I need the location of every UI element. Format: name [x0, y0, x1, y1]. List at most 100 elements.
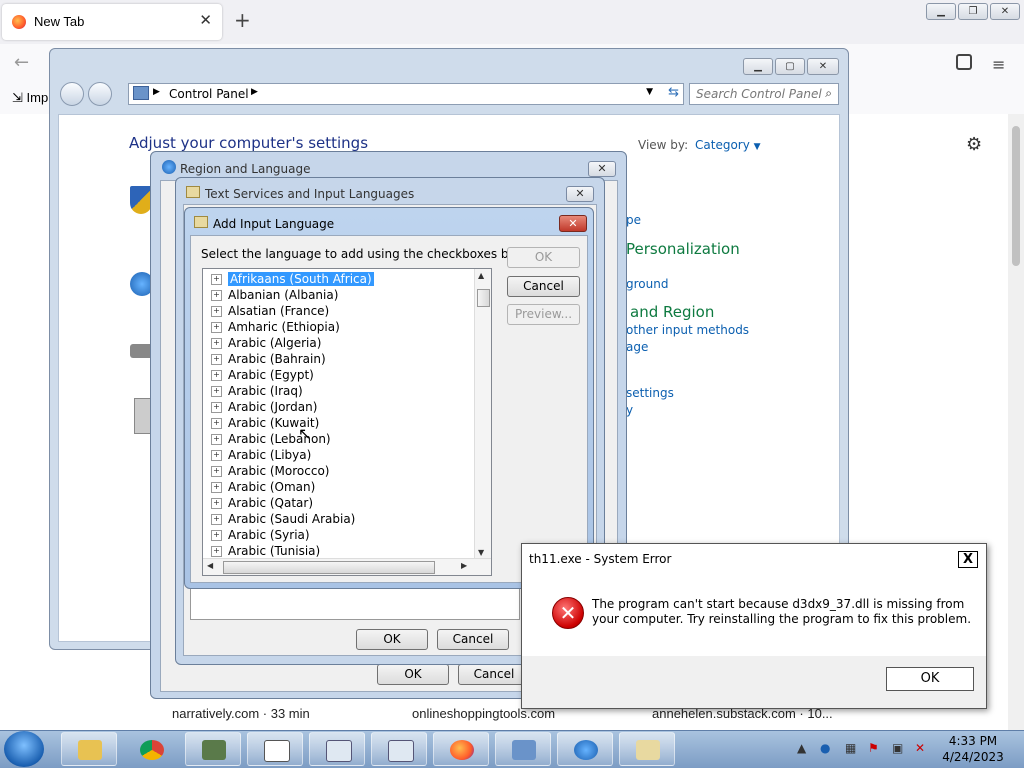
language-item[interactable]: + Arabic (Oman): [211, 479, 315, 495]
close-icon[interactable]: ✕: [588, 161, 616, 177]
expand-icon[interactable]: +: [211, 338, 222, 349]
browser-tab[interactable]: New Tab ✕: [2, 4, 222, 40]
expand-icon[interactable]: +: [211, 514, 222, 525]
taskbar-explorer[interactable]: [61, 732, 117, 766]
cp-back-button[interactable]: [60, 82, 84, 106]
language-item[interactable]: + Arabic (Libya): [211, 447, 311, 463]
close-icon[interactable]: ✕: [566, 186, 594, 202]
scroll-up-icon[interactable]: ▲: [478, 271, 484, 280]
expand-icon[interactable]: +: [211, 466, 222, 477]
tree-vertical-scrollbar[interactable]: ▲ ▼: [474, 269, 491, 559]
scrollbar-thumb[interactable]: [1012, 126, 1020, 266]
expand-icon[interactable]: +: [211, 354, 222, 365]
show-hidden-icons[interactable]: ▲: [797, 741, 806, 755]
expand-icon[interactable]: +: [211, 530, 222, 541]
language-item[interactable]: + Albanian (Albania): [211, 287, 338, 303]
scrollbar-thumb[interactable]: [477, 289, 490, 307]
breadcrumb[interactable]: Control Panel: [169, 87, 249, 101]
language-item[interactable]: + Arabic (Tunisia): [211, 543, 320, 559]
expand-icon[interactable]: +: [211, 498, 222, 509]
expand-icon[interactable]: +: [211, 450, 222, 461]
taskbar-notepad[interactable]: [247, 732, 303, 766]
cp-maximize-button[interactable]: ▢: [775, 58, 805, 75]
cp-forward-button[interactable]: [88, 82, 112, 106]
cp-link[interactable]: y: [626, 403, 633, 417]
expand-icon[interactable]: +: [211, 418, 222, 429]
search-icon[interactable]: ⌕: [825, 86, 832, 101]
language-item[interactable]: + Arabic (Egypt): [211, 367, 314, 383]
cp-search-input[interactable]: Search Control Panel ⌕: [689, 83, 839, 105]
expand-icon[interactable]: +: [211, 546, 222, 557]
error-ok-button[interactable]: OK: [886, 667, 974, 691]
preview-button[interactable]: Preview...: [507, 304, 580, 325]
text-services-ok-button[interactable]: OK: [356, 629, 428, 650]
expand-icon[interactable]: +: [211, 482, 222, 493]
new-tab-button[interactable]: +: [234, 8, 251, 32]
language-item[interactable]: + Arabic (Morocco): [211, 463, 329, 479]
expand-icon[interactable]: +: [211, 322, 222, 333]
scroll-left-icon[interactable]: ◀: [207, 561, 213, 570]
language-item[interactable]: + Arabic (Bahrain): [211, 351, 326, 367]
cp-close-button[interactable]: ✕: [807, 58, 839, 75]
cp-link[interactable]: settings: [626, 386, 674, 400]
language-item[interactable]: + Arabic (Iraq): [211, 383, 303, 399]
action-center-icon[interactable]: ⚑: [868, 741, 879, 755]
gear-icon[interactable]: ⚙: [966, 134, 982, 155]
cp-link[interactable]: ground: [626, 277, 668, 291]
add-cancel-button[interactable]: Cancel: [507, 276, 580, 297]
close-tab-icon[interactable]: ✕: [199, 11, 212, 29]
installed-services-list[interactable]: [190, 588, 520, 620]
expand-icon[interactable]: +: [211, 402, 222, 413]
text-services-cancel-button[interactable]: Cancel: [437, 629, 509, 650]
refresh-icon[interactable]: ⇆: [668, 85, 679, 100]
cp-link[interactable]: age: [626, 340, 648, 354]
language-item[interactable]: + Arabic (Qatar): [211, 495, 313, 511]
region-ok-button[interactable]: OK: [377, 664, 449, 685]
taskbar-clock[interactable]: 4:33 PM 4/24/2023: [938, 733, 1008, 765]
language-item[interactable]: + Arabic (Algeria): [211, 335, 321, 351]
expand-icon[interactable]: +: [211, 370, 222, 381]
scroll-down-icon[interactable]: ▼: [478, 548, 484, 557]
language-item[interactable]: + Amharic (Ethiopia): [211, 319, 340, 335]
add-ok-button[interactable]: OK: [507, 247, 580, 268]
taskbar-keyboard[interactable]: [619, 732, 675, 766]
expand-icon[interactable]: +: [211, 290, 222, 301]
close-icon[interactable]: ✕: [559, 215, 587, 232]
taskbar-app[interactable]: [185, 732, 241, 766]
cp-category-title[interactable]: and Region: [630, 303, 714, 321]
language-tray-icon[interactable]: ●: [820, 741, 830, 755]
tree-horizontal-scrollbar[interactable]: ◀ ▶: [203, 558, 491, 575]
taskbar-window[interactable]: [371, 732, 427, 766]
language-item[interactable]: + Afrikaans (South Africa): [211, 271, 374, 287]
volume-muted-icon[interactable]: ✕: [915, 741, 925, 755]
view-by-dropdown[interactable]: Category ▼: [695, 138, 761, 152]
taskbar-window[interactable]: [309, 732, 365, 766]
network-icon[interactable]: ▦: [845, 741, 856, 755]
browser-minimize-button[interactable]: ▁: [926, 3, 956, 20]
expand-icon[interactable]: +: [211, 274, 222, 285]
browser-restore-button[interactable]: ❐: [958, 3, 988, 20]
expand-icon[interactable]: +: [211, 386, 222, 397]
expand-icon[interactable]: +: [211, 306, 222, 317]
back-arrow-icon[interactable]: ←: [14, 52, 29, 73]
menu-icon[interactable]: ≡: [992, 55, 1005, 74]
language-item[interactable]: + Arabic (Syria): [211, 527, 310, 543]
cp-category-title[interactable]: Personalization: [626, 240, 740, 258]
language-item[interactable]: + Alsatian (France): [211, 303, 329, 319]
error-close-button[interactable]: X: [958, 551, 978, 568]
taskbar-chrome[interactable]: [123, 732, 179, 766]
pocket-icon[interactable]: [956, 54, 972, 70]
page-scrollbar[interactable]: [1008, 114, 1024, 730]
language-item[interactable]: + Arabic (Lebanon): [211, 431, 331, 447]
scrollbar-thumb[interactable]: [223, 561, 435, 574]
display-icon[interactable]: ▣: [892, 741, 903, 755]
region-cancel-button[interactable]: Cancel: [458, 664, 530, 685]
chevron-down-icon[interactable]: ▼: [646, 87, 653, 97]
expand-icon[interactable]: +: [211, 434, 222, 445]
cp-link[interactable]: other input methods: [626, 323, 749, 337]
import-bookmarks-link[interactable]: ⇲ Imp: [12, 90, 48, 106]
language-item[interactable]: + Arabic (Jordan): [211, 399, 317, 415]
cp-address-bar[interactable]: ▶ Control Panel ▶ ▼ ⇆: [128, 83, 684, 105]
cp-link[interactable]: pe: [626, 213, 641, 227]
taskbar-firefox[interactable]: [433, 732, 489, 766]
